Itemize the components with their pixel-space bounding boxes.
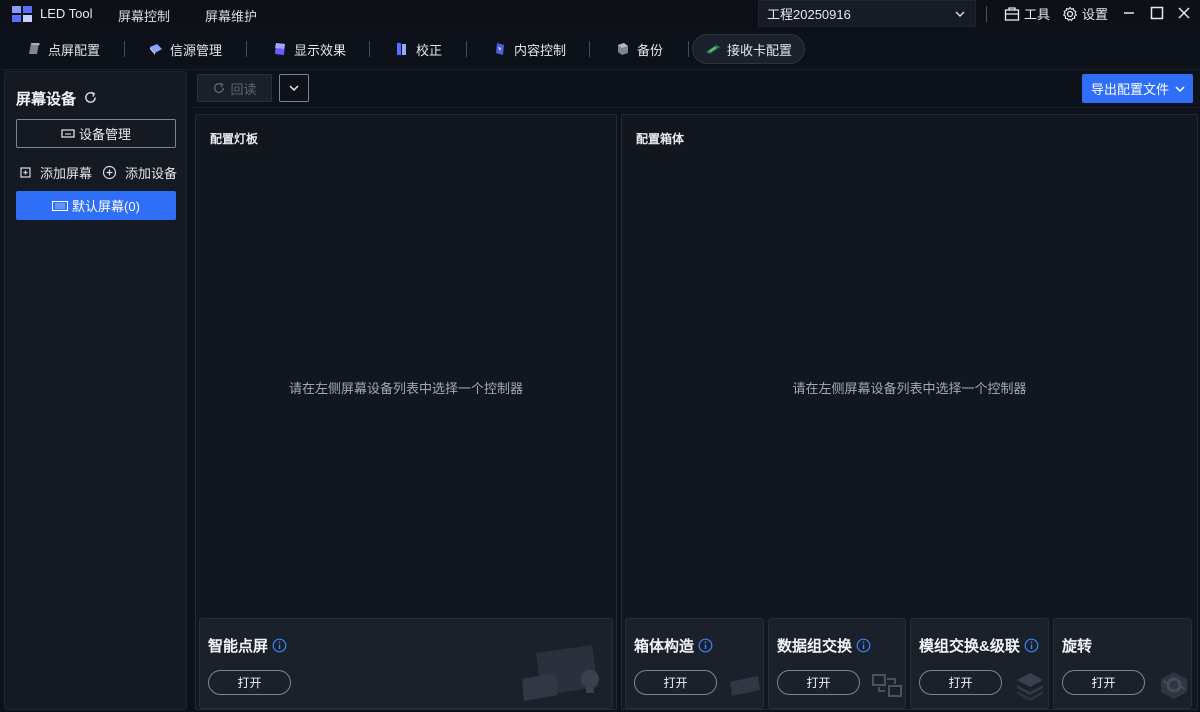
readback-dropdown-button[interactable]	[279, 74, 309, 102]
toolbar-divider	[192, 107, 1200, 108]
display-effect-icon	[275, 43, 285, 55]
title-bar: LED Tool 屏幕控制 屏幕维护 工程20250916 工具 设置	[0, 0, 1200, 28]
tab-separator	[369, 41, 370, 57]
card-title: 模组交换&级联	[919, 638, 1020, 655]
tools-button[interactable]: 工具	[1004, 4, 1050, 23]
card-title: 旋转	[1062, 638, 1093, 655]
tab-calibration[interactable]: 校正	[382, 34, 454, 64]
chevron-down-icon	[289, 85, 299, 92]
settings-button[interactable]: 设置	[1062, 4, 1108, 23]
refresh-icon[interactable]	[83, 90, 98, 105]
add-screen-icon	[20, 167, 31, 178]
open-button[interactable]: 打开	[634, 670, 717, 695]
chevron-down-icon	[955, 11, 965, 18]
content-control-icon	[496, 43, 504, 55]
device-management-button[interactable]: 设备管理	[16, 119, 176, 148]
point-screen-icon	[29, 43, 40, 54]
refresh-icon	[214, 82, 225, 94]
tab-separator	[589, 41, 590, 57]
open-button[interactable]: 打开	[1062, 670, 1145, 695]
tab-separator	[124, 41, 125, 57]
empty-state-text: 请在左侧屏幕设备列表中选择一个控制器	[792, 381, 1027, 396]
open-button[interactable]: 打开	[919, 670, 1002, 695]
device-icon	[61, 128, 75, 138]
info-icon[interactable]	[1024, 638, 1039, 653]
readback-button[interactable]: 回读	[197, 74, 272, 102]
tab-separator	[466, 41, 467, 57]
sidebar: 屏幕设备 设备管理 添加屏幕 添加设备 默认屏幕(0)	[4, 71, 187, 710]
tab-backup[interactable]: 备份	[603, 34, 675, 64]
swap-icon	[872, 674, 902, 697]
menu-screen-maintenance[interactable]: 屏幕维护	[205, 6, 257, 25]
open-button[interactable]: 打开	[777, 670, 860, 695]
maximize-icon[interactable]	[1148, 4, 1166, 22]
receiver-card-icon	[706, 45, 720, 54]
source-icon	[150, 44, 162, 55]
module-swap-cascade-card: 模组交换&级联 打开	[910, 618, 1049, 709]
layers-icon	[1017, 673, 1043, 701]
info-icon[interactable]	[698, 638, 713, 653]
card-title: 智能点屏	[208, 638, 269, 655]
screen-list-item[interactable]: 默认屏幕(0)	[16, 191, 176, 220]
tab-source-management[interactable]: 信源管理	[136, 34, 234, 64]
info-icon[interactable]	[272, 638, 287, 653]
backup-icon	[618, 43, 628, 55]
sidebar-title: 屏幕设备	[16, 91, 77, 108]
menu-screen-control[interactable]: 屏幕控制	[118, 6, 170, 25]
add-circle-icon	[102, 165, 117, 180]
app-title: LED Tool	[40, 6, 93, 21]
screen-icon	[52, 200, 69, 211]
tab-content-control[interactable]: 内容控制	[480, 34, 578, 64]
add-screen-button[interactable]: 添加屏幕	[19, 163, 92, 182]
export-config-button[interactable]: 导出配置文件	[1082, 74, 1193, 103]
close-icon[interactable]	[1175, 4, 1193, 22]
tools-label: 工具	[1024, 7, 1051, 22]
rotate-card: 旋转 打开	[1053, 618, 1192, 709]
tab-bar: 点屏配置 信源管理 显示效果 校正 内容控制 备份 接收卡配置	[0, 28, 1200, 70]
tab-receiver-card-config[interactable]: 接收卡配置	[692, 34, 806, 64]
card-title: 箱体构造	[634, 638, 695, 655]
panel-title: 配置箱体	[636, 132, 685, 146]
settings-label: 设置	[1082, 7, 1109, 22]
smart-point-screen-icon	[522, 645, 599, 701]
open-button[interactable]: 打开	[208, 670, 291, 695]
panel-title: 配置灯板	[210, 132, 259, 146]
tab-separator	[246, 41, 247, 57]
add-device-button[interactable]: 添加设备	[102, 163, 177, 182]
rotate-icon	[1161, 672, 1187, 699]
gear-icon	[1062, 6, 1078, 21]
tab-separator	[688, 41, 689, 57]
project-select[interactable]: 工程20250916	[758, 0, 976, 27]
toolbox-icon	[1004, 6, 1020, 21]
tab-point-screen-config[interactable]: 点屏配置	[14, 34, 112, 64]
cabinet-structure-card: 箱体构造 打开	[625, 618, 764, 709]
data-group-swap-card: 数据组交换 打开	[768, 618, 906, 709]
smart-point-screen-card: 智能点屏 打开	[199, 618, 613, 709]
titlebar-divider	[986, 6, 987, 22]
empty-state-text: 请在左侧屏幕设备列表中选择一个控制器	[288, 381, 523, 396]
tab-display-effect[interactable]: 显示效果	[260, 34, 358, 64]
card-title: 数据组交换	[777, 638, 853, 655]
app-logo-icon	[12, 6, 32, 22]
minimize-icon[interactable]	[1120, 4, 1138, 22]
info-icon[interactable]	[856, 638, 871, 653]
cabinet-icon	[730, 676, 760, 696]
project-name: 工程20250916	[767, 7, 851, 22]
calibration-icon	[397, 43, 406, 55]
chevron-down-icon	[1175, 86, 1185, 93]
